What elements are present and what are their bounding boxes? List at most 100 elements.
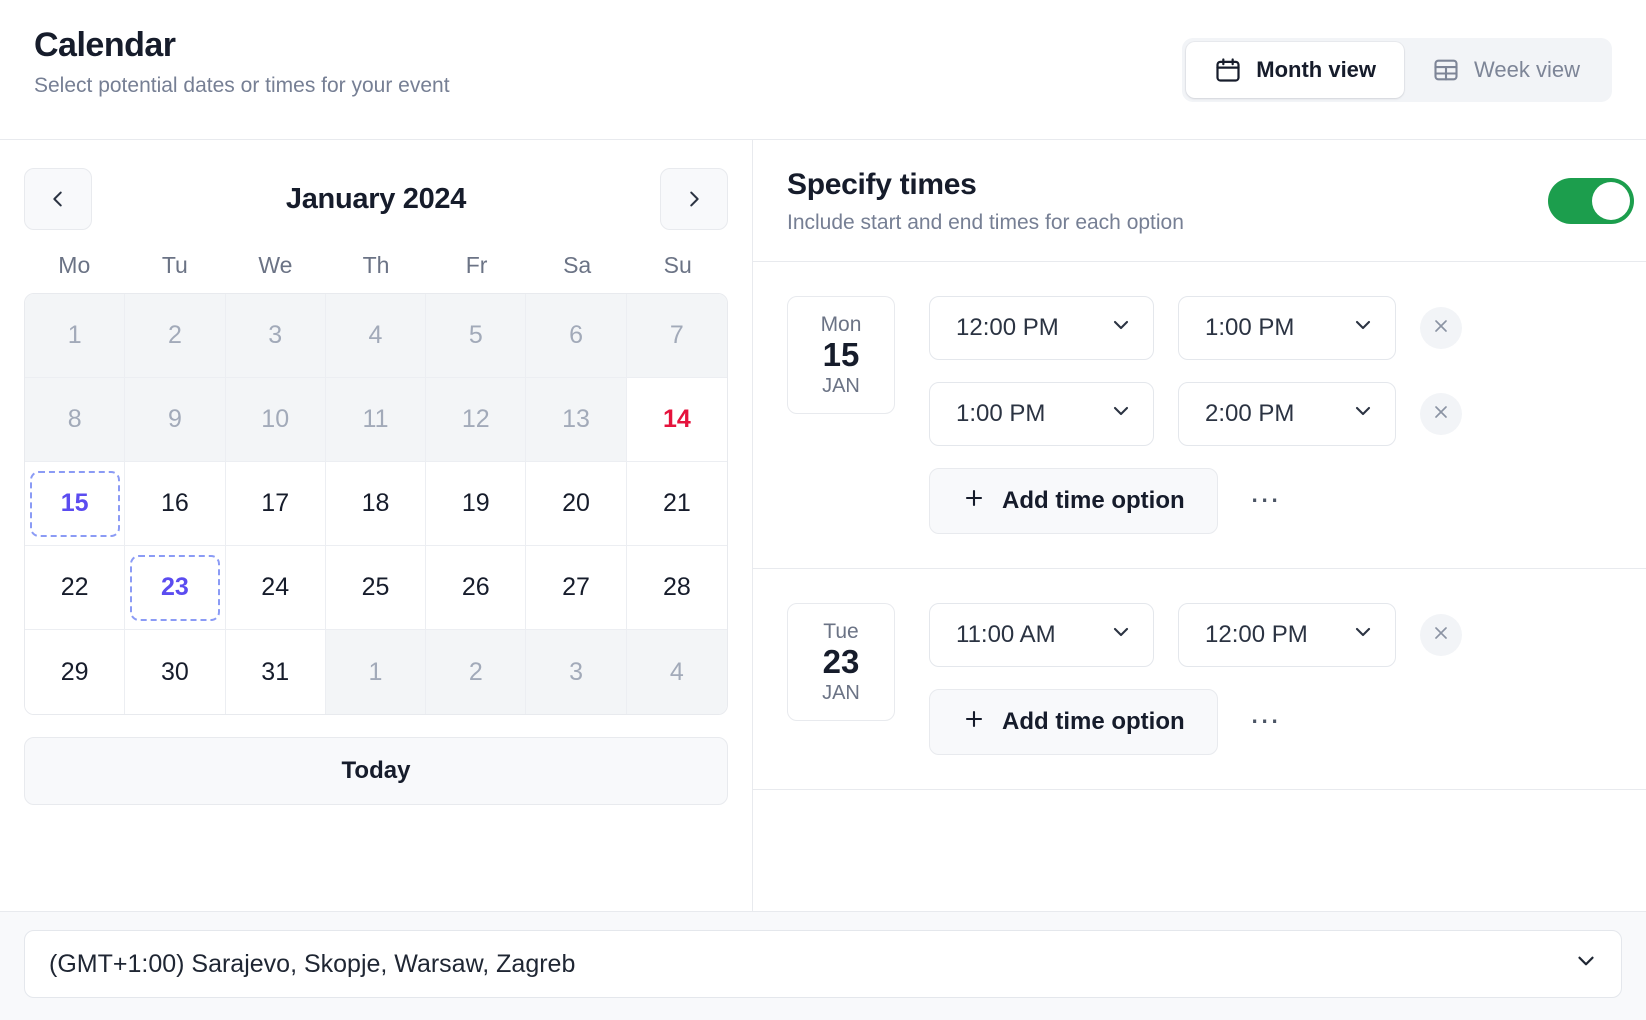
date-badge-month: JAN: [822, 374, 860, 397]
calendar-day-label: 8: [67, 405, 82, 433]
specify-times-toggle[interactable]: [1548, 178, 1634, 224]
calendar-day-cell[interactable]: 18: [325, 462, 427, 546]
chevron-right-icon: [683, 188, 705, 210]
calendar-day-cell[interactable]: 10: [225, 378, 326, 462]
calendar-day-cell[interactable]: 30: [125, 630, 226, 714]
calendar-day-label: 2: [167, 321, 182, 349]
calendar-day-cell[interactable]: 1: [325, 630, 427, 714]
calendar-day-label: 3: [268, 321, 283, 349]
close-icon: [1431, 402, 1451, 427]
ellipsis-icon[interactable]: ⋯: [1244, 703, 1288, 741]
calendar-day-label: 1: [368, 657, 383, 686]
add-time-option-button[interactable]: Add time option: [929, 689, 1218, 755]
calendar-day-cell[interactable]: 13: [526, 378, 627, 462]
calendar-day-cell[interactable]: 14: [626, 378, 727, 462]
times-header-text: Specify times Include start and end time…: [787, 168, 1184, 235]
add-time-option-button[interactable]: Add time option: [929, 468, 1218, 534]
calendar-day-cell[interactable]: 1: [25, 294, 126, 378]
prev-month-button[interactable]: [24, 168, 92, 230]
remove-time-slot-button[interactable]: [1420, 307, 1462, 349]
day-time-block: Tue 23 JAN 11:00 AM 12:00 PM Add time option ⋯: [753, 569, 1646, 790]
chevron-down-icon: [1109, 313, 1133, 344]
weekday-label: We: [258, 252, 293, 278]
calendar-day-cell[interactable]: 2: [125, 294, 226, 378]
calendar-day-cell[interactable]: 23: [125, 546, 226, 630]
weekday-header-row: Mo Tu We Th Fr Sa Su: [24, 252, 728, 279]
calendar-pane: January 2024 Mo Tu We Th Fr Sa Su 1 2 3 4 5 6 7 8 9 10 1…: [0, 140, 753, 911]
start-time-value: 11:00 AM: [956, 621, 1056, 648]
calendar-day-cell[interactable]: 2: [426, 630, 527, 714]
day-time-block: Mon 15 JAN 12:00 PM 1:00 PM 1:00 PM 2:00 PM Add…: [753, 262, 1646, 569]
calendar-day-cell[interactable]: 3: [225, 294, 326, 378]
calendar-day-cell[interactable]: 21: [626, 462, 727, 546]
calendar-month-label: January 2024: [285, 182, 467, 215]
add-time-row: Add time option ⋯: [929, 689, 1612, 755]
calendar-day-cell[interactable]: 3: [526, 630, 627, 714]
page-header: Calendar Select potential dates or times…: [0, 0, 1646, 140]
calendar-day-label: 17: [261, 489, 290, 517]
calendar-day-cell[interactable]: 25: [325, 546, 427, 630]
start-time-value: 12:00 PM: [956, 314, 1059, 341]
calendar-day-cell[interactable]: 12: [426, 378, 527, 462]
calendar-day-label: 16: [161, 489, 189, 517]
calendar-day-cell[interactable]: 17: [225, 462, 326, 546]
day-blocks: Mon 15 JAN 12:00 PM 1:00 PM 1:00 PM 2:00 PM Add…: [753, 262, 1646, 790]
week-view-button[interactable]: Week view: [1404, 42, 1608, 98]
next-month-button[interactable]: [659, 168, 728, 230]
calendar-day-label: 20: [562, 489, 590, 517]
calendar-day-label: 28: [662, 573, 691, 601]
start-time-select[interactable]: 11:00 AM: [929, 603, 1154, 667]
end-time-select[interactable]: 1:00 PM: [1178, 296, 1396, 360]
calendar-day-cell[interactable]: 8: [25, 378, 126, 462]
calendar-day-cell[interactable]: 26: [426, 546, 527, 630]
calendar-day-label: 31: [261, 657, 290, 686]
calendar-day-cell[interactable]: 22: [25, 546, 126, 630]
chevron-down-icon: [1351, 620, 1375, 651]
calendar-day-cell[interactable]: 20: [526, 462, 627, 546]
calendar-day-label: 12: [461, 405, 490, 433]
date-badge-weekday: Tue: [823, 620, 859, 644]
end-time-select[interactable]: 12:00 PM: [1178, 603, 1396, 667]
times-pane: Specify times Include start and end time…: [753, 140, 1646, 911]
date-badge-day: 15: [822, 336, 860, 374]
calendar-day-cell[interactable]: 9: [125, 378, 226, 462]
calendar-day-cell[interactable]: 5: [426, 294, 527, 378]
ellipsis-icon[interactable]: ⋯: [1244, 482, 1288, 520]
calendar-day-cell[interactable]: 19: [426, 462, 527, 546]
end-time-select[interactable]: 2:00 PM: [1178, 382, 1396, 446]
calendar-day-cell[interactable]: 28: [626, 546, 727, 630]
times-subtitle: Include start and end times for each opt…: [787, 211, 1184, 234]
time-slot-row: 1:00 PM 2:00 PM: [929, 382, 1612, 446]
calendar-day-cell[interactable]: 31: [225, 630, 326, 714]
calendar-day-label: 25: [361, 573, 390, 601]
calendar-day-cell[interactable]: 29: [25, 630, 126, 714]
close-icon: [1431, 316, 1451, 341]
calendar-day-label: 18: [361, 489, 390, 517]
add-time-option-label: Add time option: [1002, 487, 1185, 514]
date-badge: Tue 23 JAN: [787, 603, 895, 721]
time-slot-list: 12:00 PM 1:00 PM 1:00 PM 2:00 PM Add time op…: [929, 296, 1612, 534]
time-slot-row: 12:00 PM 1:00 PM: [929, 296, 1612, 360]
calendar-day-cell[interactable]: 4: [626, 630, 727, 714]
calendar-day-cell[interactable]: 4: [325, 294, 427, 378]
calendar-day-cell[interactable]: 6: [526, 294, 627, 378]
remove-time-slot-button[interactable]: [1420, 393, 1462, 435]
calendar-day-cell[interactable]: 27: [526, 546, 627, 630]
calendar-day-cell[interactable]: 16: [125, 462, 226, 546]
calendar-day-label: 26: [461, 573, 490, 601]
start-time-select[interactable]: 1:00 PM: [929, 382, 1154, 446]
calendar-day-label: 3: [569, 657, 584, 686]
calendar-day-cell[interactable]: 24: [225, 546, 326, 630]
calendar-day-cell[interactable]: 11: [325, 378, 427, 462]
remove-time-slot-button[interactable]: [1420, 614, 1462, 656]
selected-day-marker: 15: [29, 470, 120, 537]
today-button[interactable]: Today: [24, 737, 728, 805]
timezone-select[interactable]: (GMT+1:00) Sarajevo, Skopje, Warsaw, Zag…: [24, 930, 1622, 998]
calendar-day-label: 7: [669, 321, 684, 349]
calendar-grid: 1 2 3 4 5 6 7 8 9 10 11 12 13 14 15 16 17 18 19 20 21 22 23 24 2…: [24, 293, 728, 715]
time-slot-list: 11:00 AM 12:00 PM Add time option ⋯: [929, 603, 1612, 755]
start-time-select[interactable]: 12:00 PM: [929, 296, 1154, 360]
month-view-button[interactable]: Month view: [1186, 42, 1405, 98]
calendar-day-cell[interactable]: 15: [25, 462, 126, 546]
calendar-day-cell[interactable]: 7: [626, 294, 727, 378]
